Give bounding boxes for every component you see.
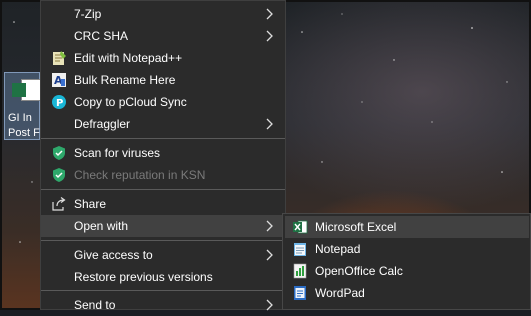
chevron-right-icon [266, 8, 273, 20]
bulk-rename-icon: A [52, 73, 66, 87]
menu-item-label: 7-Zip [74, 7, 102, 21]
menu-item-copy-to-pcloud-sync[interactable]: P Copy to pCloud Sync [41, 91, 285, 113]
submenu-item-openoffice-calc[interactable]: OpenOffice Calc [285, 260, 529, 282]
menu-separator [41, 138, 285, 139]
menu-item-scan-for-viruses[interactable]: Scan for viruses [41, 142, 285, 164]
menu-item-bulk-rename-here[interactable]: A Bulk Rename Here [41, 69, 285, 91]
open-with-submenu: Microsoft Excel Notepad OpenOffice Calc … [282, 213, 531, 310]
wordpad-icon [294, 286, 306, 300]
menu-item-open-with[interactable]: Open with [41, 215, 285, 237]
menu-item-7zip[interactable]: 7-Zip [41, 3, 285, 25]
menu-item-label: Share [74, 197, 107, 211]
submenu-item-label: OpenOffice Calc [315, 264, 403, 278]
submenu-item-label: Microsoft Excel [315, 220, 397, 234]
shield-icon [53, 146, 65, 160]
menu-item-defraggler[interactable]: Defraggler [41, 113, 285, 135]
menu-separator [41, 189, 285, 190]
submenu-item-wordpad[interactable]: WordPad [285, 282, 529, 304]
menu-item-label: Defraggler [74, 117, 131, 131]
notepad-icon [294, 243, 306, 256]
menu-item-give-access-to[interactable]: Give access to [41, 244, 285, 266]
menu-item-check-reputation-in-ksn: Check reputation in KSN [41, 164, 285, 186]
submenu-item-label: WordPad [315, 286, 365, 300]
menu-item-label: CRC SHA [74, 29, 129, 43]
menu-item-label: Scan for viruses [74, 146, 161, 160]
shield-icon [53, 168, 65, 182]
chevron-right-icon [266, 118, 273, 130]
chevron-right-icon [266, 30, 273, 42]
menu-item-label: Give access to [74, 248, 153, 262]
pcloud-icon: P [52, 95, 66, 109]
menu-item-label: Bulk Rename Here [74, 73, 176, 87]
submenu-item-microsoft-excel[interactable]: Microsoft Excel [285, 216, 529, 238]
chevron-right-icon [266, 299, 273, 311]
menu-item-share[interactable]: Share [41, 193, 285, 215]
context-menu: 7-Zip CRC SHA Edit with Notepad++ A Bulk… [40, 0, 286, 312]
desktop-file-label-line1: GI In [8, 112, 32, 124]
svg-text:P: P [56, 98, 63, 109]
submenu-item-label: Notepad [315, 242, 361, 256]
notepad-plus-plus-icon [53, 51, 66, 65]
menu-item-label: Copy to pCloud Sync [74, 95, 187, 109]
menu-item-label: Check reputation in KSN [74, 168, 206, 182]
chevron-right-icon [266, 249, 273, 261]
menu-item-label: Restore previous versions [74, 270, 213, 284]
submenu-item-notepad[interactable]: Notepad [285, 238, 529, 260]
openoffice-calc-icon [293, 263, 307, 279]
menu-item-label: Open with [74, 219, 129, 233]
menu-separator [41, 290, 285, 291]
chevron-right-icon [266, 220, 273, 232]
excel-icon [293, 220, 308, 234]
menu-item-send-to[interactable]: Send to [41, 294, 285, 316]
menu-item-crc-sha[interactable]: CRC SHA [41, 25, 285, 47]
desktop-file-icon[interactable]: GI In Post Fl [4, 72, 42, 141]
share-icon [52, 197, 66, 211]
menu-item-label: Edit with Notepad++ [74, 51, 183, 65]
desktop-file-label-line2: Post Fl [8, 127, 42, 139]
menu-separator [41, 240, 285, 241]
desktop-file-label: GI In Post Fl [8, 111, 42, 141]
menu-item-edit-with-notepad-plus-plus[interactable]: Edit with Notepad++ [41, 47, 285, 69]
menu-item-restore-previous-versions[interactable]: Restore previous versions [41, 266, 285, 288]
excel-file-icon [12, 79, 41, 101]
